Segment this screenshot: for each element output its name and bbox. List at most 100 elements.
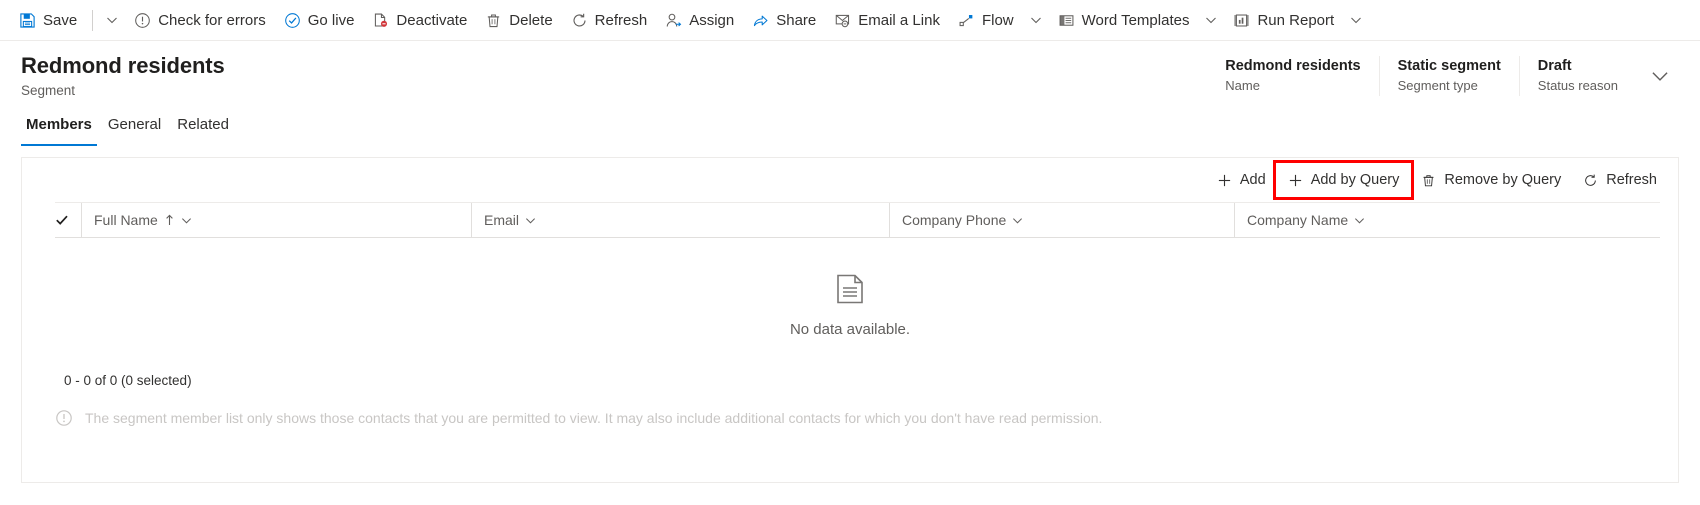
save-options-caret[interactable]	[99, 4, 125, 37]
page-header: Redmond residents Segment Redmond reside…	[0, 41, 1700, 101]
page-title: Redmond residents	[21, 53, 225, 78]
grid-empty-state: No data available.	[22, 274, 1678, 340]
deactivate-document-icon	[372, 12, 389, 29]
header-field-status-reason: Draft Status reason	[1518, 56, 1636, 96]
title-block: Redmond residents Segment	[21, 52, 1207, 101]
go-live-button[interactable]: Go live	[275, 4, 364, 37]
header-field-status-reason-label: Status reason	[1537, 78, 1618, 93]
add-by-query-button[interactable]: Add by Query	[1272, 160, 1415, 200]
delete-label: Delete	[509, 11, 553, 29]
header-expand-button[interactable]	[1636, 56, 1676, 96]
column-header-company-phone[interactable]: Company Phone	[889, 203, 1234, 237]
grid-refresh-label: Refresh	[1606, 172, 1657, 188]
grid-notice-text: The segment member list only shows those…	[85, 410, 1103, 426]
column-header-full-name-label: Full Name	[94, 212, 158, 228]
chevron-down-icon	[1030, 17, 1041, 24]
refresh-button[interactable]: Refresh	[562, 4, 657, 37]
column-header-email-label: Email	[484, 212, 520, 228]
remove-by-query-button[interactable]: Remove by Query	[1410, 164, 1572, 196]
tab-members[interactable]: Members	[21, 109, 97, 146]
word-templates-caret[interactable]	[1198, 4, 1224, 37]
refresh-label: Refresh	[594, 11, 648, 29]
info-circle-icon	[55, 409, 73, 427]
deactivate-label: Deactivate	[396, 11, 468, 29]
run-report-caret[interactable]	[1343, 4, 1369, 37]
chevron-down-icon	[181, 217, 191, 224]
tab-related[interactable]: Related	[172, 109, 234, 146]
chevron-down-icon	[1206, 17, 1217, 24]
share-button[interactable]: Share	[743, 4, 825, 37]
column-header-company-name[interactable]: Company Name	[1234, 203, 1579, 237]
email-link-icon	[834, 12, 851, 29]
plus-icon	[1288, 173, 1303, 188]
email-a-link-button[interactable]: Email a Link	[825, 4, 949, 37]
members-grid-panel: Add Add by Query Remove by Query Refresh	[21, 157, 1679, 483]
select-all-checkbox[interactable]	[55, 213, 81, 227]
go-live-label: Go live	[307, 11, 355, 29]
header-fields: Redmond residents Name Static segment Se…	[1207, 56, 1676, 96]
grid-notice: The segment member list only shows those…	[55, 409, 1102, 427]
assign-label: Assign	[689, 11, 735, 29]
plus-icon	[1217, 173, 1232, 188]
header-field-name-value: Redmond residents	[1225, 58, 1361, 74]
tab-general[interactable]: General	[103, 109, 166, 146]
header-field-segment-type-label: Segment type	[1397, 78, 1478, 93]
flow-caret[interactable]	[1023, 4, 1049, 37]
chevron-down-icon	[1351, 17, 1362, 24]
header-field-segment-type-value: Static segment	[1397, 58, 1501, 74]
grid-header-row: Full Name Email Company Phone Company Na…	[55, 202, 1660, 238]
word-templates-label: Word Templates	[1081, 11, 1190, 29]
refresh-icon	[1583, 173, 1598, 188]
flow-label: Flow	[981, 11, 1014, 29]
column-header-company-name-label: Company Name	[1247, 212, 1349, 228]
sort-ascending-icon	[166, 214, 173, 225]
chevron-down-icon	[1013, 217, 1023, 224]
run-report-icon	[1233, 12, 1250, 29]
deactivate-button[interactable]: Deactivate	[363, 4, 476, 37]
run-report-button[interactable]: Run Report	[1224, 4, 1343, 37]
flow-icon	[958, 12, 975, 29]
error-circle-icon	[134, 12, 151, 29]
chevron-down-icon	[1355, 217, 1365, 224]
header-field-name: Redmond residents Name	[1207, 56, 1378, 96]
checkmark-icon	[56, 215, 68, 225]
check-circle-icon	[284, 12, 301, 29]
share-icon	[752, 12, 769, 29]
save-button[interactable]: Save	[10, 4, 86, 37]
chevron-down-icon	[1652, 72, 1668, 81]
share-label: Share	[776, 11, 817, 29]
header-field-segment-type: Static segment Segment type	[1378, 56, 1519, 96]
column-header-email[interactable]: Email	[471, 203, 889, 237]
chevron-down-icon	[107, 17, 118, 24]
add-by-query-label: Add by Query	[1310, 172, 1400, 188]
page-subtitle: Segment	[21, 83, 76, 98]
grid-refresh-button[interactable]: Refresh	[1572, 164, 1668, 196]
chevron-down-icon	[526, 217, 535, 224]
refresh-icon	[571, 12, 588, 29]
tab-list: Members General Related	[0, 109, 1700, 146]
trash-icon	[1421, 173, 1436, 188]
run-report-label: Run Report	[1257, 11, 1335, 29]
command-bar: Save Check for errors Go live Deactivate…	[0, 0, 1700, 41]
email-a-link-label: Email a Link	[858, 11, 940, 29]
column-header-full-name[interactable]: Full Name	[81, 203, 471, 237]
grid-command-bar: Add Add by Query Remove by Query Refresh	[22, 158, 1678, 202]
grid-record-count: 0 - 0 of 0 (0 selected)	[64, 373, 192, 388]
column-header-company-phone-label: Company Phone	[902, 212, 1007, 228]
remove-by-query-label: Remove by Query	[1444, 172, 1562, 188]
flow-button[interactable]: Flow	[949, 4, 1023, 37]
header-field-name-label: Name	[1225, 78, 1260, 93]
check-for-errors-button[interactable]: Check for errors	[125, 4, 275, 37]
delete-button[interactable]: Delete	[476, 4, 561, 37]
trash-icon	[485, 12, 502, 29]
command-bar-divider	[92, 9, 94, 31]
word-templates-button[interactable]: Word Templates	[1049, 4, 1199, 37]
assign-person-icon	[665, 12, 682, 29]
add-label: Add	[1239, 172, 1266, 188]
add-button[interactable]: Add	[1206, 164, 1277, 196]
save-label: Save	[43, 11, 78, 29]
assign-button[interactable]: Assign	[656, 4, 743, 37]
document-icon	[836, 274, 864, 309]
word-template-icon	[1058, 12, 1075, 29]
check-for-errors-label: Check for errors	[158, 11, 266, 29]
